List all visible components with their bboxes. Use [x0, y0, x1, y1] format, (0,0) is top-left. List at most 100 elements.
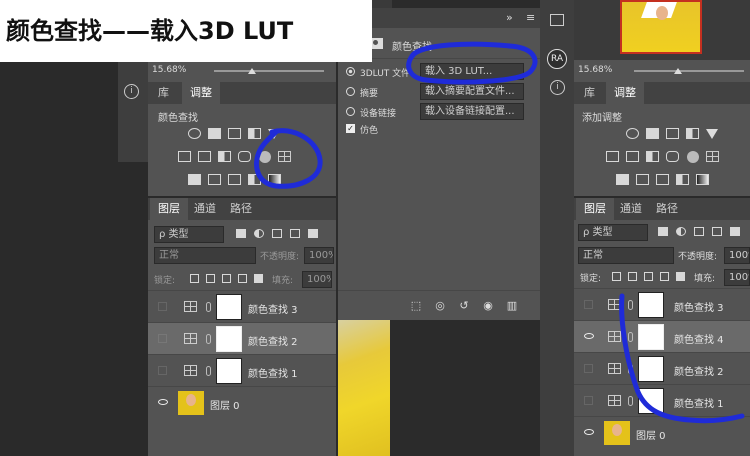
tab-adjustments[interactable]: 调整 — [182, 82, 220, 104]
tab-adjustments[interactable]: 调整 — [606, 82, 644, 104]
fill-input[interactable]: 100% — [302, 271, 332, 288]
reset-icon[interactable]: ↺ — [458, 300, 470, 312]
vibrance-icon[interactable] — [706, 129, 718, 139]
visibility-box[interactable] — [584, 300, 593, 309]
gradient-map-icon[interactable] — [268, 174, 281, 185]
selective-color-icon[interactable] — [676, 174, 689, 185]
filter-shape-icon[interactable] — [290, 229, 300, 238]
layer-row[interactable]: 图层 0 — [574, 416, 750, 448]
layer-row-selected[interactable]: 颜色查找 2 — [148, 322, 336, 354]
layer-name[interactable]: 颜色查找 2 — [674, 363, 724, 378]
layer-name[interactable]: 颜色查找 3 — [674, 299, 724, 314]
lock-paint-icon[interactable] — [206, 274, 215, 283]
layer-row[interactable]: 图层 0 — [148, 386, 336, 418]
lock-all-icon[interactable] — [254, 274, 263, 283]
tab-library[interactable]: 库 — [576, 82, 603, 104]
visibility-box[interactable] — [158, 302, 167, 311]
hue-icon[interactable] — [606, 151, 619, 162]
eye-icon[interactable] — [584, 333, 594, 339]
layer-mask-thumb[interactable] — [216, 294, 242, 320]
lock-artboard-icon[interactable] — [238, 274, 247, 283]
threshold-icon[interactable] — [656, 174, 669, 185]
levels-icon[interactable] — [208, 128, 221, 139]
bw-icon[interactable] — [646, 151, 659, 162]
tab-channels[interactable]: 通道 — [186, 198, 224, 220]
eye-icon[interactable] — [584, 429, 594, 435]
layer-filter-dropdown[interactable]: ρ 类型 — [154, 226, 224, 243]
view-previous-icon[interactable]: ◎ — [434, 300, 446, 312]
posterize-icon[interactable] — [636, 174, 649, 185]
lock-move-icon[interactable] — [644, 272, 653, 281]
radio-abstract[interactable] — [346, 87, 355, 96]
3dlut-dropdown[interactable]: 载入 3D LUT... — [420, 63, 524, 80]
radio-device-link[interactable] — [346, 107, 355, 116]
layer-mask-thumb[interactable] — [638, 324, 664, 350]
clip-layer-icon[interactable]: ⬚ — [410, 300, 422, 312]
filter-adjust-icon[interactable] — [676, 227, 686, 236]
layer-row[interactable]: 颜色查找 3 — [148, 290, 336, 322]
gradient-map-icon[interactable] — [696, 174, 709, 185]
panel-menu-icon[interactable]: ≡ — [526, 11, 535, 24]
curves-icon[interactable] — [228, 128, 241, 139]
threshold-icon[interactable] — [228, 174, 241, 185]
exposure-icon[interactable] — [248, 128, 261, 139]
lock-artboard-icon[interactable] — [660, 272, 669, 281]
curves-icon[interactable] — [666, 128, 679, 139]
exposure-icon[interactable] — [686, 128, 699, 139]
filter-pixel-icon[interactable] — [658, 227, 668, 236]
photo-filter-icon[interactable] — [666, 151, 679, 162]
lock-paint-icon[interactable] — [628, 272, 637, 281]
fill-input[interactable]: 100% — [724, 269, 750, 286]
visibility-box[interactable] — [584, 364, 593, 373]
tab-paths[interactable]: 路径 — [648, 198, 686, 220]
selective-color-icon[interactable] — [248, 174, 261, 185]
layer-mask-thumb[interactable] — [216, 358, 242, 384]
delete-icon[interactable]: ▥ — [506, 300, 518, 312]
tab-layers[interactable]: 图层 — [150, 198, 188, 220]
filter-type-icon[interactable] — [694, 227, 704, 236]
info-icon[interactable]: i — [550, 80, 565, 95]
brightness-icon[interactable] — [626, 128, 639, 139]
zoom-slider-thumb[interactable] — [248, 68, 256, 74]
eye-icon[interactable] — [158, 399, 168, 405]
color-lookup-icon[interactable] — [706, 151, 719, 162]
lock-all-icon[interactable] — [676, 272, 685, 281]
layer-mask-thumb[interactable] — [638, 356, 664, 382]
lock-transparent-icon[interactable] — [190, 274, 199, 283]
filter-shape-icon[interactable] — [712, 227, 722, 236]
layer-mask-thumb[interactable] — [638, 292, 664, 318]
visibility-box[interactable] — [158, 366, 167, 375]
filter-smart-icon[interactable] — [730, 227, 740, 236]
user-badge[interactable]: RA — [547, 49, 567, 69]
layer-name[interactable]: 颜色查找 1 — [674, 395, 724, 410]
color-lookup-icon[interactable] — [278, 151, 291, 162]
dither-checkbox[interactable]: ✓ — [346, 124, 355, 133]
layer-mask-thumb[interactable] — [638, 388, 664, 414]
brightness-icon[interactable] — [188, 128, 201, 139]
layer-mask-thumb[interactable] — [216, 326, 242, 352]
layer-row[interactable]: 颜色查找 2 — [574, 352, 750, 384]
bw-icon[interactable] — [218, 151, 231, 162]
filter-pixel-icon[interactable] — [236, 229, 246, 238]
layer-filter-dropdown[interactable]: ρ 类型 — [578, 224, 648, 241]
layer-name[interactable]: 颜色查找 4 — [674, 331, 724, 346]
lock-transparent-icon[interactable] — [612, 272, 621, 281]
tab-layers[interactable]: 图层 — [576, 198, 614, 220]
photo-thumb[interactable] — [178, 391, 204, 415]
lock-move-icon[interactable] — [222, 274, 231, 283]
filter-smart-icon[interactable] — [308, 229, 318, 238]
visibility-icon[interactable]: ◉ — [482, 300, 494, 312]
posterize-icon[interactable] — [208, 174, 221, 185]
layer-name[interactable]: 颜色查找 3 — [248, 301, 298, 316]
filter-adjust-icon[interactable] — [254, 229, 264, 238]
opacity-input[interactable]: 100% — [724, 247, 750, 264]
histogram-icon[interactable] — [550, 14, 564, 26]
blend-mode-dropdown[interactable]: 正常 — [154, 247, 256, 264]
layer-name[interactable]: 图层 0 — [636, 427, 666, 442]
vibrance-icon[interactable] — [268, 129, 280, 139]
radio-3dlut[interactable] — [346, 67, 355, 76]
invert-icon[interactable] — [188, 174, 201, 185]
layer-row[interactable]: 颜色查找 3 — [574, 288, 750, 320]
photo-filter-icon[interactable] — [238, 151, 251, 162]
zoom-slider-thumb[interactable] — [674, 68, 682, 74]
